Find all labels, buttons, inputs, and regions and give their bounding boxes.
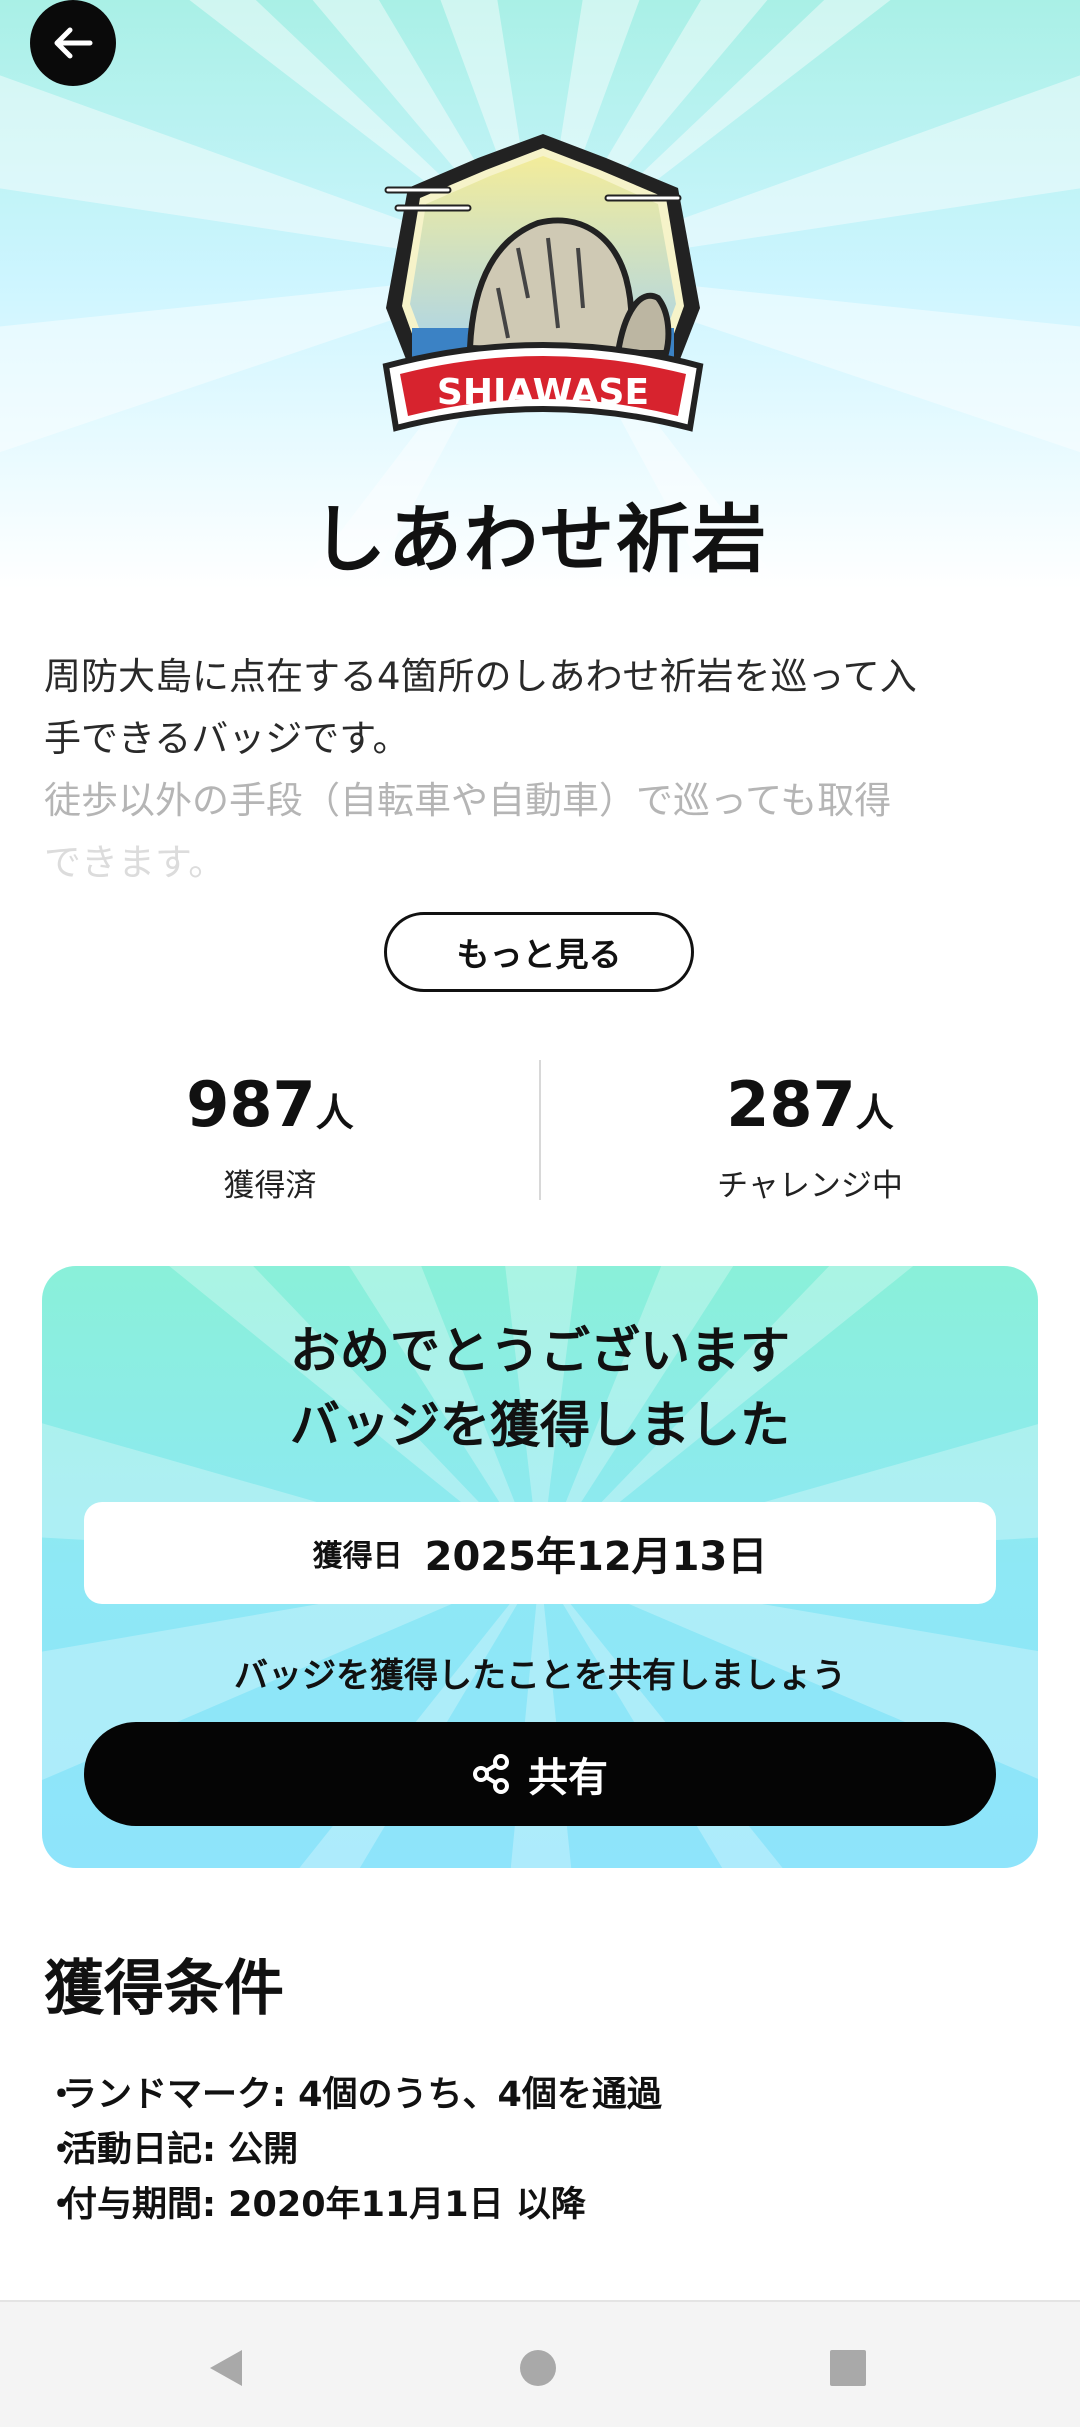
- share-button[interactable]: 共有: [84, 1722, 996, 1826]
- hero-background: SHIAWASE しあわせ祈岩: [0, 0, 1080, 620]
- system-nav-bar: [0, 2300, 1080, 2427]
- condition-item: ・ランドマーク: 4個のうち、4個を通過: [44, 2075, 662, 2115]
- page-title: しあわせ祈岩: [312, 497, 768, 583]
- acquired-date-value: 2025年12月13日: [424, 1534, 768, 1580]
- nav-back-button[interactable]: [196, 2338, 256, 2398]
- arrow-left-icon: [54, 27, 93, 59]
- conditions-title: 獲得条件: [44, 1954, 284, 2024]
- condition-item: ・付与期間: 2020年11月1日 以降: [44, 2185, 586, 2225]
- nav-recents-button[interactable]: [818, 2338, 878, 2398]
- condition-text: ランドマーク: 4個のうち、4個を通過: [62, 2075, 662, 2115]
- stats-divider: [539, 1060, 541, 1200]
- nav-home-icon: [520, 2350, 556, 2386]
- stat-acquired-unit: 人: [315, 1091, 354, 1135]
- condition-text: 付与期間: 2020年11月1日 以降: [62, 2185, 586, 2225]
- stat-challenging-unit: 人: [855, 1091, 894, 1135]
- description-line: 手できるバッジです。: [44, 717, 410, 760]
- congrats-card: おめでとうございます バッジを獲得しました 獲得日 2025年12月13日 バッ…: [42, 1266, 1038, 1868]
- congrats-line: おめでとうございます: [290, 1322, 790, 1380]
- share-icon: [473, 1754, 509, 1794]
- condition-text: 活動日記: 公開: [62, 2130, 299, 2170]
- description-line: 徒歩以外の手段（自転車や自動車）で巡っても取得: [44, 779, 892, 822]
- acquired-date-box: 獲得日 2025年12月13日: [84, 1502, 996, 1604]
- description-line: 周防大島に点在する4箇所のしあわせ祈岩を巡って入: [44, 655, 917, 698]
- stat-acquired-value: 987: [186, 1068, 316, 1141]
- stat-acquired: 987人 獲得済: [0, 1060, 540, 1205]
- badge-ribbon-text: SHIAWASE: [437, 372, 649, 413]
- back-button[interactable]: [30, 0, 116, 86]
- stat-challenging: 287人 チャレンジ中: [540, 1060, 1080, 1205]
- condition-item: ・活動日記: 公開: [44, 2130, 299, 2170]
- share-prompt: バッジを獲得したことを共有しましょう: [234, 1656, 846, 1696]
- nav-back-icon: [210, 2350, 242, 2386]
- congrats-message: おめでとうございます バッジを獲得しました: [42, 1314, 1038, 1462]
- description-line: できます。: [44, 841, 226, 884]
- stat-acquired-label: 獲得済: [223, 1168, 317, 1204]
- shiawase-rock-badge-icon: SHIAWASE: [382, 134, 704, 432]
- show-more-button[interactable]: もっと見る: [384, 912, 694, 992]
- stat-challenging-value: 287: [726, 1068, 856, 1141]
- badge-description: 周防大島に点在する4箇所のしあわせ祈岩を巡って入 手できるバッジです。 徒歩以外…: [44, 646, 1044, 894]
- share-button-label: 共有: [528, 1755, 608, 1801]
- conditions-list: ・ランドマーク: 4個のうち、4個を通過 ・活動日記: 公開 ・付与期間: 20…: [44, 2068, 662, 2233]
- stat-challenging-label: チャレンジ中: [717, 1168, 903, 1204]
- nav-recents-icon: [830, 2350, 866, 2386]
- congrats-line: バッジを獲得しました: [290, 1396, 790, 1454]
- acquired-date-label: 獲得日: [312, 1539, 403, 1574]
- nav-home-button[interactable]: [508, 2338, 568, 2398]
